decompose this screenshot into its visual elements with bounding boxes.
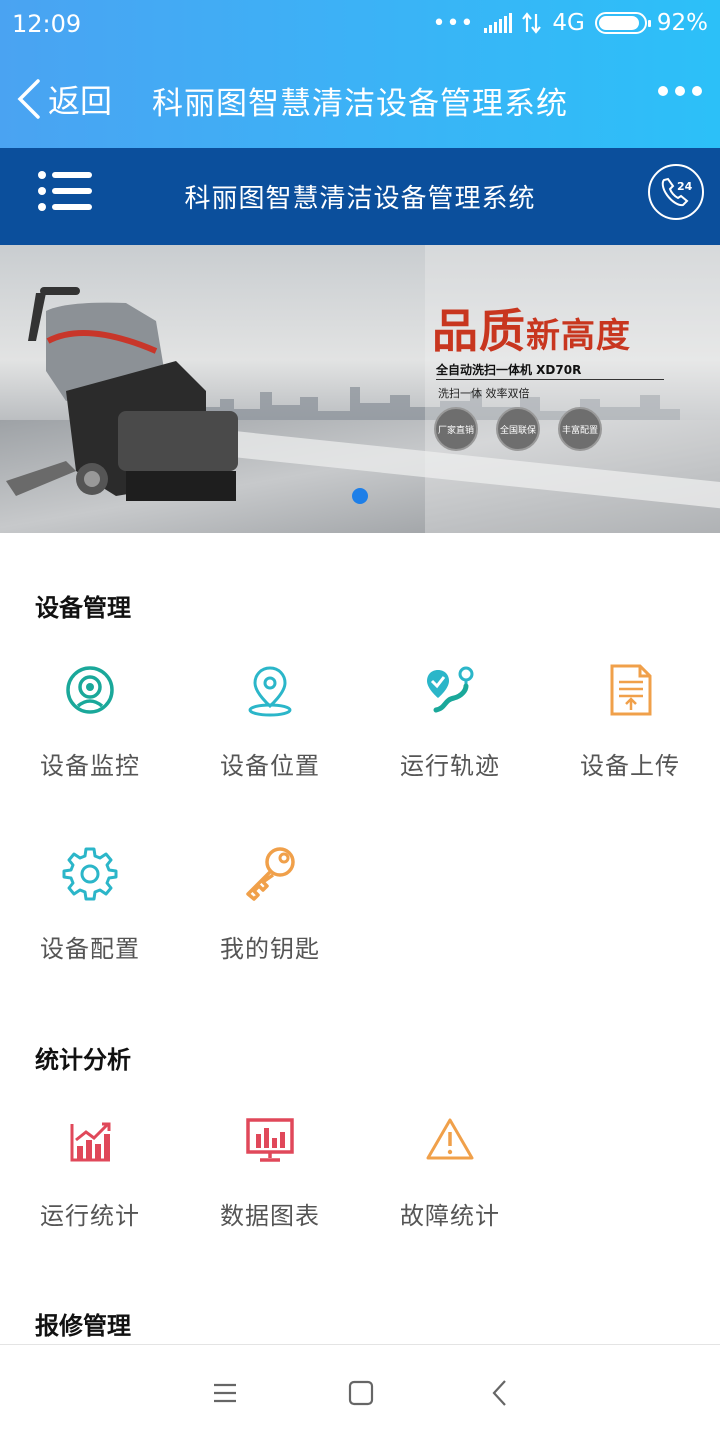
hotline-button[interactable]: 24	[648, 164, 704, 220]
grid-item-label: 设备位置	[220, 752, 320, 780]
section-title-device-mgmt: 设备管理	[35, 594, 131, 622]
more-dot-icon	[658, 86, 668, 96]
grid-item-label: 我的钥匙	[220, 935, 320, 963]
grid-item-device-config[interactable]: 设备配置	[0, 845, 180, 985]
banner-product-line: 全自动洗扫一体机 XD70R	[436, 363, 582, 377]
grid-item-label: 运行轨迹	[400, 752, 500, 780]
banner-tagline: 洗扫一体 效率双倍	[438, 387, 530, 400]
system-nav-bar	[0, 1344, 720, 1440]
grid-item-label: 设备配置	[40, 935, 140, 963]
grid-item-label: 运行统计	[40, 1202, 140, 1230]
camera-monitor-icon	[66, 666, 114, 714]
banner-divider	[436, 379, 664, 380]
network-type: 4G	[552, 10, 585, 36]
grid-item-data-charts[interactable]: 数据图表	[180, 1112, 360, 1252]
carousel-dot-active[interactable]	[352, 488, 368, 504]
status-time: 12:09	[12, 10, 82, 38]
top-bar: 12:09 ••• 4G 92% 返回 科丽图智慧清洁设备管理系统	[0, 0, 720, 148]
app-header: 科丽图智慧清洁设备管理系统 24	[0, 148, 720, 245]
grid-item-fault-stats[interactable]: 故障统计	[360, 1112, 540, 1252]
floor-scrubber-image	[6, 287, 238, 501]
banner-headline-small: 新高度	[526, 316, 631, 356]
more-menu-button[interactable]	[658, 86, 702, 96]
grid-item-label: 数据图表	[220, 1202, 320, 1230]
document-upload-icon	[610, 664, 652, 716]
grid-item-label: 设备监控	[40, 752, 140, 780]
trend-chart-icon	[70, 1122, 111, 1162]
banner-headline-big: 品质	[432, 304, 526, 358]
grid-item-label: 设备上传	[580, 752, 680, 780]
bar-chart-board-icon	[246, 1118, 294, 1162]
grid-item-device-upload[interactable]: 设备上传	[540, 662, 720, 802]
title-bar: 返回 科丽图智慧清洁设备管理系统	[0, 50, 720, 148]
status-right: ••• 4G 92%	[432, 10, 708, 36]
grid-item-device-monitor[interactable]: 设备监控	[0, 662, 180, 802]
grid-item-run-track[interactable]: 运行轨迹	[360, 662, 540, 802]
battery-percent: 92%	[656, 10, 708, 36]
banner-badges: 厂家直销 全国联保 丰富配置	[434, 407, 602, 451]
grid-item-device-location[interactable]: 设备位置	[180, 662, 360, 802]
more-dot-icon	[692, 86, 702, 96]
app-title: 科丽图智慧清洁设备管理系统	[184, 184, 536, 214]
banner-badge: 全国联保	[496, 407, 540, 451]
status-bar: 12:09 ••• 4G 92%	[0, 0, 720, 50]
gear-icon	[62, 847, 118, 901]
menu-icon[interactable]	[205, 1375, 245, 1411]
warning-icon	[426, 1118, 474, 1160]
phone-badge: 24	[677, 180, 693, 193]
data-transfer-icon	[522, 12, 542, 34]
status-dots: •••	[432, 10, 475, 36]
phone-24-icon: 24	[661, 177, 693, 207]
more-dot-icon	[675, 86, 685, 96]
battery-fill	[598, 16, 640, 30]
location-pin-icon	[248, 666, 292, 717]
back-chevron-icon[interactable]	[480, 1375, 520, 1411]
grid-item-run-stats[interactable]: 运行统计	[0, 1112, 180, 1252]
section-title-repair: 报修管理	[35, 1312, 131, 1340]
signal-icon	[484, 13, 513, 33]
section-title-stats: 统计分析	[35, 1046, 131, 1074]
key-icon	[246, 847, 295, 901]
route-track-icon	[427, 666, 474, 713]
banner-badge: 厂家直销	[434, 407, 478, 451]
grid-item-my-keys[interactable]: 我的钥匙	[180, 845, 360, 985]
banner-badge: 丰富配置	[558, 407, 602, 451]
page-title: 科丽图智慧清洁设备管理系统	[152, 86, 568, 122]
battery-icon	[594, 12, 651, 34]
home-square-icon[interactable]	[341, 1375, 381, 1411]
banner-headline: 品质新高度	[432, 295, 631, 361]
grid-item-label: 故障统计	[400, 1202, 500, 1230]
